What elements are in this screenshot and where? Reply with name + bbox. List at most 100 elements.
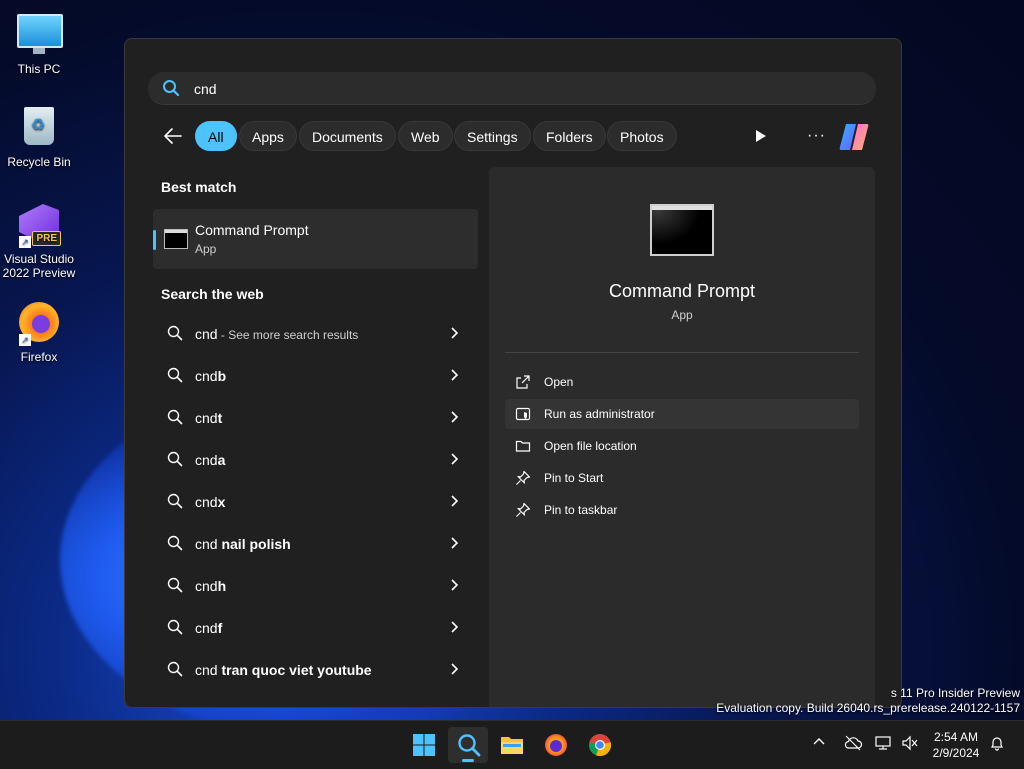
suggestion-prefix: cnd [195, 410, 218, 426]
filter-chip-documents[interactable]: Documents [299, 121, 396, 151]
chevron-right-icon [448, 536, 460, 555]
web-suggestion-item[interactable]: cndt [153, 399, 478, 437]
suggestion-bold: f [217, 620, 223, 636]
filter-chip-folders[interactable]: Folders [533, 121, 606, 151]
windows-watermark: s 11 Pro Insider Preview Evaluation copy… [716, 686, 1020, 716]
search-icon [162, 79, 180, 102]
suggestion-bold: h [217, 578, 227, 594]
chevron-up-icon[interactable] [812, 735, 826, 754]
web-suggestion-item[interactable]: cnda [153, 441, 478, 479]
suggestion-prefix: cnd [195, 494, 218, 510]
taskbar-file-explorer[interactable] [492, 727, 532, 763]
chevron-right-icon [448, 620, 460, 639]
pin-icon [515, 502, 531, 523]
action-label: Pin to taskbar [544, 503, 618, 517]
best-match-type: App [195, 242, 217, 256]
suggestion-suffix: - See more search results [217, 328, 359, 342]
desktop-icon-label: Firefox [20, 350, 58, 364]
filter-chip-settings[interactable]: Settings [454, 121, 531, 151]
web-suggestion-text: cnda [195, 452, 225, 468]
web-suggestion-text: cnd tran quoc viet youtube [195, 662, 372, 678]
volume-muted-icon[interactable] [901, 735, 919, 756]
desktop-icon-recycle-bin[interactable]: Recycle Bin [1, 104, 77, 169]
filter-chip-apps[interactable]: Apps [239, 121, 297, 151]
web-suggestion-item[interactable]: cndf [153, 609, 478, 647]
web-suggestion-text: cndb [195, 368, 226, 384]
action-label: Run as administrator [544, 407, 655, 421]
play-icon[interactable] [755, 129, 767, 148]
taskbar-search-button[interactable] [448, 727, 488, 763]
action-open-file-location[interactable]: Open file location [505, 431, 859, 461]
divider [505, 352, 859, 353]
action-run-as-administrator[interactable]: Run as administrator [505, 399, 859, 429]
search-icon [167, 619, 183, 640]
action-pin-to-taskbar[interactable]: Pin to taskbar [505, 495, 859, 525]
action-open[interactable]: Open [505, 367, 859, 397]
folder-icon [501, 737, 523, 754]
back-arrow-icon[interactable] [163, 127, 183, 150]
watermark-line: s 11 Pro Insider Preview [890, 686, 1020, 700]
desktop-icon-label: Recycle Bin [7, 155, 71, 169]
network-icon[interactable] [874, 735, 894, 756]
web-suggestion-item[interactable]: cnd - See more search results [153, 315, 478, 353]
chevron-right-icon [448, 494, 460, 513]
web-suggestion-text: cnd nail polish [195, 536, 291, 552]
copilot-icon[interactable] [838, 122, 870, 157]
suggestion-prefix: cnd [195, 368, 218, 384]
monitor-icon [17, 14, 63, 58]
desktop-icon-visual-studio[interactable]: PRE ↗ Visual Studio 2022 Preview [1, 204, 77, 280]
taskbar-chrome[interactable] [580, 727, 620, 763]
search-icon [167, 409, 183, 430]
notification-bell-icon[interactable] [989, 735, 1005, 756]
web-suggestion-item[interactable]: cnd nail polish [153, 525, 478, 563]
pin-icon [515, 470, 531, 491]
chrome-icon [589, 734, 612, 757]
web-suggestion-item[interactable]: cndh [153, 567, 478, 605]
search-input[interactable] [192, 77, 856, 101]
taskbar-firefox[interactable] [536, 727, 576, 763]
search-icon [458, 734, 481, 757]
action-pin-to-start[interactable]: Pin to Start [505, 463, 859, 493]
onedrive-offline-icon[interactable] [843, 735, 863, 756]
filter-chip-photos[interactable]: Photos [607, 121, 677, 151]
best-match-heading: Best match [161, 179, 237, 195]
recycle-bin-icon [17, 107, 61, 151]
search-web-heading: Search the web [161, 286, 264, 302]
filter-chip-all[interactable]: All [195, 121, 237, 151]
web-suggestion-item[interactable]: cndb [153, 357, 478, 395]
watermark-line: Evaluation copy. Build 26040.rs_prerelea… [716, 701, 1020, 715]
suggestion-prefix: cnd [195, 620, 218, 636]
best-match-command-prompt[interactable]: Command Prompt App [153, 209, 478, 269]
suggestion-prefix: cnd [195, 536, 222, 552]
suggestion-prefix: cnd [195, 326, 218, 342]
open-external-icon [515, 374, 531, 395]
chevron-right-icon [448, 578, 460, 597]
preview-title: Command Prompt [608, 281, 756, 301]
search-box[interactable] [148, 72, 876, 105]
start-button[interactable] [404, 727, 444, 763]
desktop-icon-label: This PC [17, 62, 61, 76]
web-suggestion-item[interactable]: cnd tran quoc viet youtube [153, 651, 478, 689]
search-panel: All Apps Documents Web Settings Folders … [124, 38, 902, 708]
command-prompt-large-icon [650, 204, 714, 256]
web-suggestion-item[interactable]: cndx [153, 483, 478, 521]
command-prompt-icon [164, 229, 188, 249]
suggestion-bold: t [217, 410, 223, 426]
chevron-right-icon [448, 368, 460, 387]
search-icon [167, 535, 183, 556]
system-clock[interactable]: 2:54 AM 2/9/2024 [926, 729, 986, 761]
suggestion-prefix: cnd [195, 662, 222, 678]
desktop-icon-this-pc[interactable]: This PC [1, 8, 77, 76]
chevron-right-icon [448, 662, 460, 681]
search-icon [167, 451, 183, 472]
visual-studio-icon: PRE ↗ [17, 204, 61, 248]
firefox-icon [545, 734, 567, 756]
desktop-icon-firefox[interactable]: ↗ Firefox [1, 302, 77, 364]
suggestion-bold: tran quoc viet youtube [221, 662, 372, 678]
filter-chip-web[interactable]: Web [398, 121, 453, 151]
suggestion-prefix: cnd [195, 578, 218, 594]
more-options-button[interactable]: ··· [807, 127, 826, 145]
suggestion-bold: b [217, 368, 227, 384]
web-suggestion-text: cndt [195, 410, 222, 426]
search-icon [167, 325, 183, 346]
